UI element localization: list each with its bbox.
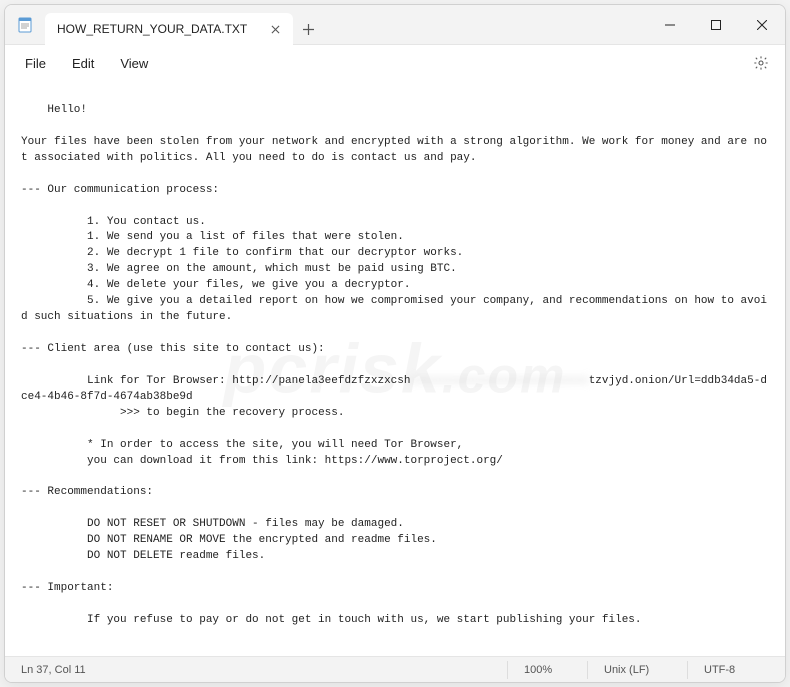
text-line: DO NOT RESET OR SHUTDOWN - files may be …: [21, 518, 404, 530]
notepad-window: HOW_RETURN_YOUR_DATA.TXT File Edit View: [4, 4, 786, 683]
close-tab-icon[interactable]: [267, 21, 283, 37]
window-controls: [647, 5, 785, 45]
text-content[interactable]: pcrisk.com Hello! Your files have been st…: [5, 81, 785, 656]
menu-view[interactable]: View: [108, 52, 160, 75]
text-line: DO NOT DELETE readme files.: [21, 550, 265, 562]
text-line: 5. We give you a detailed report on how …: [21, 295, 767, 323]
app-icon: [5, 5, 45, 45]
menubar: File Edit View: [5, 45, 785, 81]
text-line: 1. You contact us.: [21, 216, 206, 228]
titlebar: HOW_RETURN_YOUR_DATA.TXT: [5, 5, 785, 45]
redacted-text: xxxxxxxxxxxxxxxxxxxxxxxxxxx: [410, 375, 588, 387]
statusbar: Ln 37, Col 11 100% Unix (LF) UTF-8: [5, 656, 785, 682]
text-line: * In order to access the site, you will …: [21, 439, 463, 451]
text-line: --- Client area (use this site to contac…: [21, 343, 325, 355]
text-line: 2. We decrypt 1 file to confirm that our…: [21, 247, 463, 259]
watermark: pcrisk.com: [224, 318, 567, 420]
text-line: Hello!: [47, 104, 87, 116]
minimize-button[interactable]: [647, 5, 693, 45]
text-line: 4. We delete your files, we give you a d…: [21, 279, 410, 291]
menu-file[interactable]: File: [13, 52, 58, 75]
text-line: you can download it from this link: http…: [21, 455, 503, 467]
text-line: --- Our communication process:: [21, 184, 219, 196]
text-line: --- Recommendations:: [21, 486, 153, 498]
status-eol: Unix (LF): [587, 661, 687, 679]
text-line: 3. We agree on the amount, which must be…: [21, 263, 457, 275]
tab-title: HOW_RETURN_YOUR_DATA.TXT: [57, 22, 247, 36]
text-line: Link for Tor Browser: http://panela3eefd…: [21, 375, 410, 387]
status-encoding: UTF-8: [687, 661, 777, 679]
new-tab-button[interactable]: [293, 13, 323, 45]
menu-edit[interactable]: Edit: [60, 52, 106, 75]
text-line: >>> to begin the recovery process.: [21, 407, 344, 419]
text-line: If you refuse to pay or do not get in to…: [21, 614, 642, 626]
maximize-button[interactable]: [693, 5, 739, 45]
gear-icon[interactable]: [745, 47, 777, 79]
text-line: Your files have been stolen from your ne…: [21, 136, 767, 164]
status-zoom[interactable]: 100%: [507, 661, 587, 679]
cursor-position: Ln 37, Col 11: [13, 664, 86, 676]
text-line: 1. We send you a list of files that were…: [21, 231, 404, 243]
text-line: DO NOT RENAME OR MOVE the encrypted and …: [21, 534, 437, 546]
text-line: --- Important:: [21, 582, 113, 594]
close-window-button[interactable]: [739, 5, 785, 45]
document-tab[interactable]: HOW_RETURN_YOUR_DATA.TXT: [45, 13, 293, 45]
